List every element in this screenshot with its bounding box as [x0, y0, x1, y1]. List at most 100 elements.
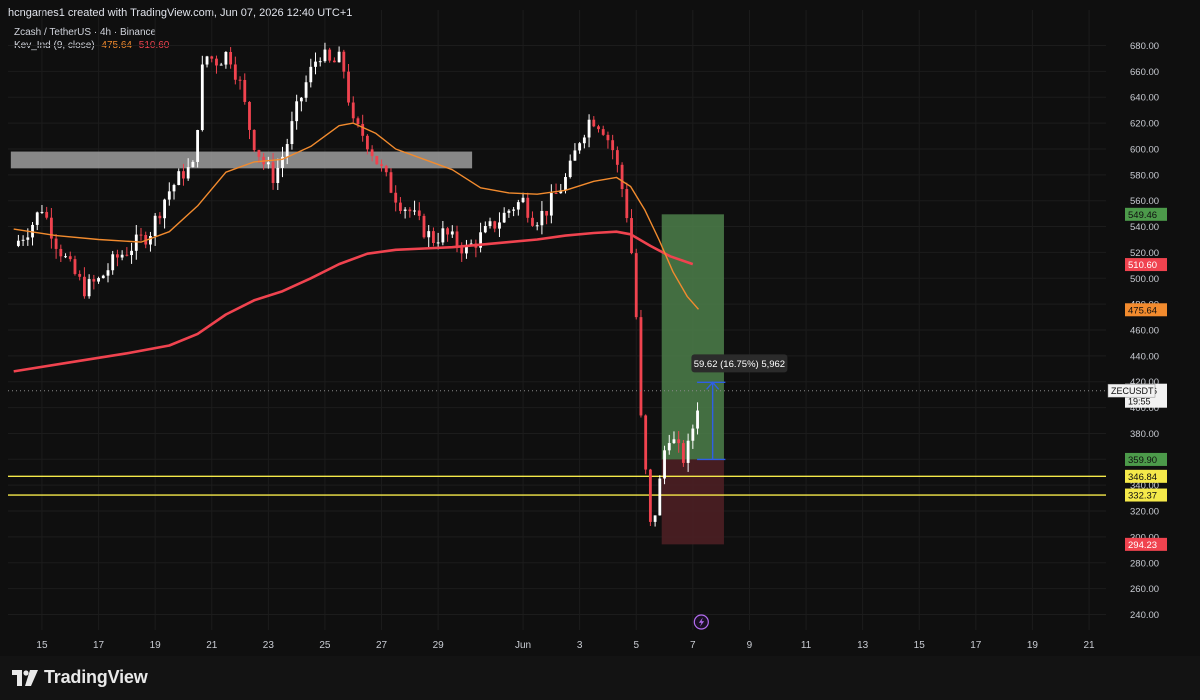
candle-body — [441, 228, 445, 243]
candle-body — [361, 124, 365, 136]
loss-zone — [661, 459, 724, 545]
time-tick-label: Jun — [515, 640, 531, 651]
price-tag-value: 332.37 — [1128, 491, 1157, 502]
candle-body — [370, 149, 374, 157]
candle-body — [455, 231, 459, 247]
candle-body — [512, 209, 516, 211]
price-tick-label: 640.00 — [1130, 93, 1159, 104]
candle-body — [332, 60, 336, 63]
tradingview-logo-icon — [12, 669, 38, 686]
countdown-label: 19:55 — [1128, 397, 1151, 407]
time-tick-label: 15 — [914, 640, 926, 651]
candle-body — [347, 71, 350, 103]
candle-body — [68, 256, 72, 260]
candle-body — [309, 66, 313, 83]
footer-bar — [0, 656, 1200, 700]
time-tick-label: 17 — [970, 640, 982, 651]
time-tick-label: 27 — [376, 640, 388, 651]
candle-body — [658, 478, 662, 516]
candle-body — [219, 64, 223, 66]
candle-body — [158, 215, 162, 219]
time-tick-label: 3 — [577, 640, 583, 651]
candle-body — [200, 64, 204, 131]
candle-body — [351, 102, 355, 119]
candle-body — [498, 222, 501, 229]
price-tick-label: 520.00 — [1130, 248, 1159, 259]
candle-body — [648, 469, 652, 522]
candle-body — [45, 211, 49, 218]
ma-fast-line — [13, 122, 700, 310]
candle-body — [545, 210, 549, 216]
candle-body — [266, 162, 270, 165]
candle-body — [101, 275, 105, 279]
candle-body — [450, 231, 454, 235]
price-chart[interactable]: 59.62 (16.75%) 5,962 240.00 260.00 280.00 3… — [0, 0, 1200, 656]
candle-body — [290, 121, 294, 145]
candle-body — [337, 51, 341, 63]
tradingview-logo[interactable]: TradingView — [12, 667, 148, 688]
candle-body — [601, 129, 605, 135]
candle-body — [149, 236, 152, 245]
candle-body — [78, 273, 82, 277]
candle-body — [696, 410, 699, 429]
price-tick-label: 500.00 — [1130, 274, 1159, 285]
candle-body — [186, 167, 190, 179]
candle-body — [611, 140, 615, 151]
candle-body — [653, 515, 657, 522]
candle-body — [295, 101, 299, 122]
candle-body — [681, 443, 685, 463]
candle-body — [238, 79, 242, 81]
candle-body — [625, 189, 629, 219]
candle-body — [182, 171, 185, 179]
price-tick-label: 620.00 — [1130, 119, 1159, 130]
candle-body — [215, 58, 218, 66]
candle-body — [403, 209, 407, 211]
time-tick-label: 9 — [747, 640, 753, 651]
time-tick-label: 15 — [36, 640, 48, 651]
price-tick-label: 680.00 — [1130, 41, 1159, 52]
candle-body — [54, 238, 58, 249]
candle-body — [342, 51, 346, 72]
candle-body — [592, 119, 596, 127]
time-tick-label: 23 — [263, 640, 275, 651]
candle-body — [285, 144, 289, 157]
time-tick-label: 11 — [801, 640, 812, 651]
candle-body — [644, 415, 648, 470]
candle-body — [620, 164, 624, 190]
candle-body — [205, 56, 209, 65]
price-tick-label: 280.00 — [1130, 558, 1159, 569]
candle-body — [172, 185, 176, 192]
candle-body — [304, 82, 308, 98]
candle-body — [248, 101, 251, 130]
candle-body — [531, 217, 534, 226]
price-tick-label: 560.00 — [1130, 196, 1159, 207]
candle-body — [106, 270, 110, 276]
candle-body — [380, 164, 383, 166]
candle-body — [427, 231, 431, 238]
candle-body — [92, 279, 96, 282]
time-tick-label: 19 — [1027, 640, 1039, 651]
candle-body — [35, 212, 39, 225]
time-tick-label: 17 — [93, 640, 105, 651]
candle-body — [573, 150, 577, 161]
candle-body — [167, 191, 171, 200]
grid — [8, 10, 1106, 630]
candle-body — [535, 225, 539, 227]
candle-body — [432, 231, 435, 243]
candle-body — [299, 97, 303, 102]
time-tick-label: 5 — [633, 640, 639, 651]
candle-body — [64, 256, 67, 258]
candle-body — [417, 210, 421, 216]
candle-body — [125, 254, 129, 256]
candle-body — [224, 52, 228, 65]
candle-body — [210, 56, 214, 59]
candle-body — [634, 253, 638, 318]
candle-body — [365, 135, 369, 150]
time-tick-label: 21 — [206, 640, 218, 651]
candle-body — [134, 234, 138, 251]
candle-body — [328, 49, 332, 61]
candle-body — [597, 126, 600, 130]
candle-body — [257, 150, 261, 157]
candle-body — [191, 161, 195, 168]
candle-body — [59, 248, 63, 257]
